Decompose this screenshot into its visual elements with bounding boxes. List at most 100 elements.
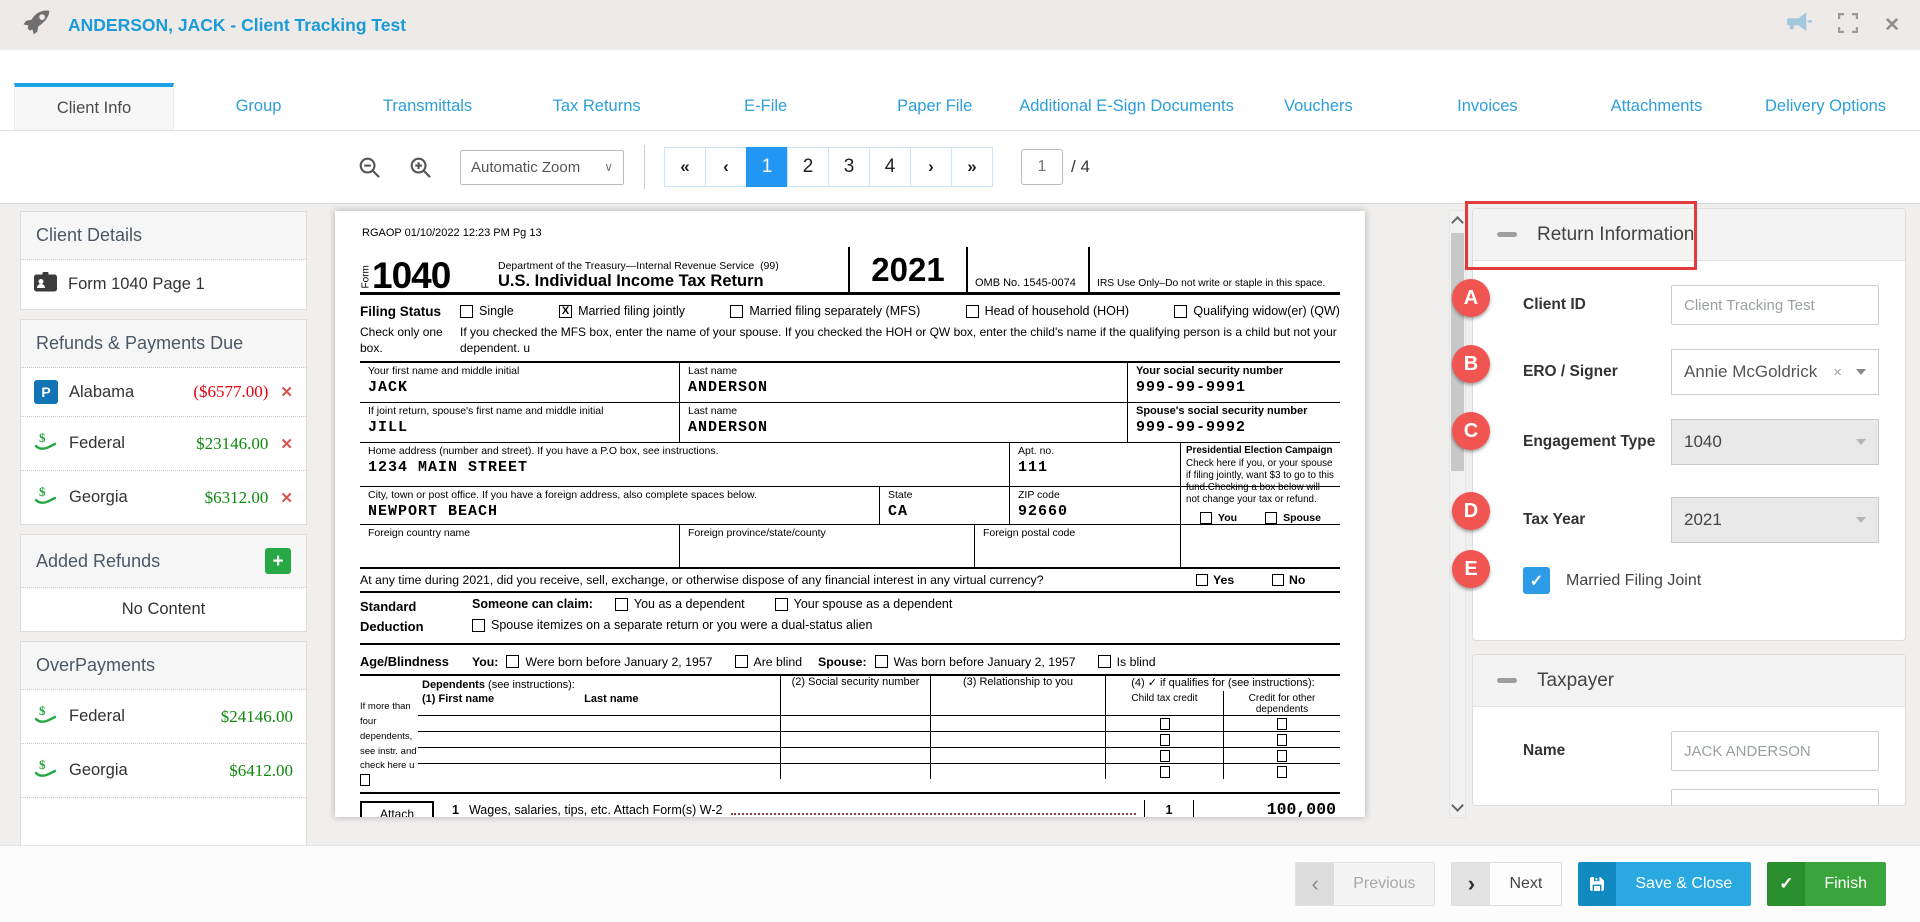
jurisdiction-label: Georgia <box>69 761 229 780</box>
dep-col-qualifies: (4) ✓ if qualifies for (see instructions… <box>1105 676 1340 691</box>
clear-selection-icon[interactable]: × <box>1833 364 1842 381</box>
age-spouse-label: Spouse: <box>818 655 867 669</box>
no-content-label: No Content <box>122 600 205 619</box>
crypto-no-checkbox <box>1272 574 1284 586</box>
jurisdiction-label: Georgia <box>69 488 205 507</box>
remove-row-icon[interactable]: ✕ <box>280 435 293 453</box>
taxpayer-next-field-input[interactable] <box>1671 789 1879 806</box>
toolbar-divider <box>644 145 645 189</box>
zoom-level-select[interactable]: Automatic Zoom ∨ <box>460 150 624 185</box>
spouse-itemizes-label: Spouse itemizes on a separate return or … <box>491 618 872 632</box>
save-and-close-label: Save & Close <box>1616 862 1751 906</box>
spouse-blind-label: Is blind <box>1117 655 1156 669</box>
zoom-in-icon[interactable] <box>409 156 432 179</box>
next-page-button[interactable]: › <box>910 147 952 187</box>
tab-group[interactable]: Group <box>174 83 343 130</box>
ssn-value: 999-99-9991 <box>1136 379 1340 396</box>
dotted-leader <box>731 813 1137 815</box>
filing-status-row: Filing Status Single XMarried filing joi… <box>360 301 1340 321</box>
form-1040-page-1-item[interactable]: Form 1040 Page 1 <box>21 260 306 309</box>
page-4-button[interactable]: 4 <box>869 147 911 187</box>
overpayment-row-federal[interactable]: $ Federal $24146.00 <box>21 690 306 744</box>
svg-text:$: $ <box>39 757 46 772</box>
client-id-input[interactable]: Client Tracking Test <box>1671 285 1879 325</box>
finish-label: Finish <box>1805 862 1886 906</box>
refund-row-georgia[interactable]: $ Georgia $6312.00 ✕ <box>21 471 306 524</box>
married-filing-joint-checkbox[interactable]: ✓ <box>1523 567 1550 594</box>
mfs-label: Married filing separately (MFS) <box>749 304 920 318</box>
right-panel: Return Information Client ID Client Trac… <box>1472 208 1906 819</box>
dependents-title: Dependents <box>422 679 485 691</box>
tab-client-info[interactable]: Client Info <box>14 83 174 130</box>
checkbox-single <box>460 305 473 318</box>
collapse-section-icon[interactable] <box>1497 678 1517 683</box>
save-and-close-button[interactable]: Save & Close <box>1578 862 1751 906</box>
ero-signer-select[interactable]: Annie McGoldrick × <box>1671 349 1879 395</box>
page-2-button[interactable]: 2 <box>787 147 829 187</box>
spouse-blind-checkbox <box>1098 655 1111 668</box>
page-number-input[interactable]: 1 <box>1021 149 1063 185</box>
dependent-empty-row <box>418 763 1340 779</box>
claim-you-label: You as a dependent <box>634 597 745 611</box>
scroll-down-arrow-icon[interactable] <box>1451 799 1464 812</box>
dep-col-first-name: (1) First name <box>422 693 494 713</box>
no-label: No <box>1289 573 1305 587</box>
left-sidebar: Client Details Form 1040 Page 1 Refunds … <box>20 211 307 864</box>
spouse-first-name-label: If joint return, spouse's first name and… <box>368 405 679 417</box>
last-page-button[interactable]: » <box>951 147 993 187</box>
remove-row-icon[interactable]: ✕ <box>280 489 293 507</box>
collapse-section-icon[interactable] <box>1497 232 1517 237</box>
client-details-card: Client Details Form 1040 Page 1 <box>20 211 307 310</box>
dropdown-caret-icon <box>1856 439 1866 445</box>
filing-status-label: Filing Status <box>360 304 460 319</box>
overpayment-row-georgia[interactable]: $ Georgia $6412.00 <box>21 744 306 798</box>
dropdown-caret-icon <box>1856 369 1866 375</box>
page-3-button[interactable]: 3 <box>828 147 870 187</box>
line-1-number: 1 <box>452 803 459 817</box>
tab-paper-file[interactable]: Paper File <box>850 83 1019 130</box>
app-logo-rocket-icon <box>20 6 54 45</box>
close-window-icon[interactable]: ✕ <box>1884 14 1900 37</box>
announcements-megaphone-icon[interactable] <box>1787 12 1812 39</box>
client-title: ANDERSON, JACK - Client Tracking Test <box>68 15 406 36</box>
previous-page-button[interactable]: ‹ <box>705 147 747 187</box>
first-page-button[interactable]: « <box>664 147 706 187</box>
state-label: State <box>888 489 1009 501</box>
remove-row-icon[interactable]: ✕ <box>280 383 293 401</box>
refund-money-hand-icon: $ <box>34 429 58 458</box>
tab-tax-returns[interactable]: Tax Returns <box>512 83 681 130</box>
tab-attachments[interactable]: Attachments <box>1572 83 1741 130</box>
name-address-grid: Your first name and middle initialJACK L… <box>360 361 1340 569</box>
checkbox-mfj-checked: X <box>559 305 572 318</box>
tab-transmittals[interactable]: Transmittals <box>343 83 512 130</box>
tab-vouchers[interactable]: Vouchers <box>1234 83 1403 130</box>
tab-delivery-options[interactable]: Delivery Options <box>1741 83 1910 130</box>
form-title: U.S. Individual Income Tax Return <box>498 272 848 291</box>
refund-row-federal[interactable]: $ Federal $23146.00 ✕ <box>21 417 306 471</box>
next-button[interactable]: › Next <box>1451 862 1562 906</box>
tab-e-file[interactable]: E-File <box>681 83 850 130</box>
page-1-button[interactable]: 1 <box>746 147 788 187</box>
dep-col-last-name: Last name <box>584 693 638 713</box>
tab-invoices[interactable]: Invoices <box>1403 83 1572 130</box>
refund-row-alabama[interactable]: P Alabama ($6577.00) ✕ <box>21 368 306 417</box>
campaign-text: Check here if you, or your spouse if fil… <box>1186 458 1334 506</box>
spouse-last-name-label: Last name <box>688 405 1127 417</box>
client-details-title: Client Details <box>36 225 142 246</box>
ero-signer-label: ERO / Signer <box>1523 361 1671 383</box>
add-refund-plus-icon[interactable]: + <box>265 548 291 574</box>
spouse-last-name-value: ANDERSON <box>688 419 1127 436</box>
more-dependents-checkbox <box>360 774 370 786</box>
previous-button[interactable]: ‹ Previous <box>1295 862 1435 906</box>
scroll-up-arrow-icon[interactable] <box>1451 216 1464 229</box>
line-1-description: Wages, salaries, tips, etc. Attach Form(… <box>469 803 723 817</box>
last-name-label: Last name <box>688 365 1127 377</box>
tab-additional-esign-documents[interactable]: Additional E-Sign Documents <box>1019 83 1234 130</box>
zoom-out-icon[interactable] <box>358 156 381 179</box>
id-badge-icon <box>34 272 57 297</box>
fullscreen-icon[interactable] <box>1838 13 1858 38</box>
refund-money-hand-icon: $ <box>34 483 58 512</box>
finish-button[interactable]: ✓ Finish <box>1767 862 1886 906</box>
taxpayer-name-input[interactable]: JACK ANDERSON <box>1671 731 1879 771</box>
dependent-empty-row <box>418 715 1340 731</box>
